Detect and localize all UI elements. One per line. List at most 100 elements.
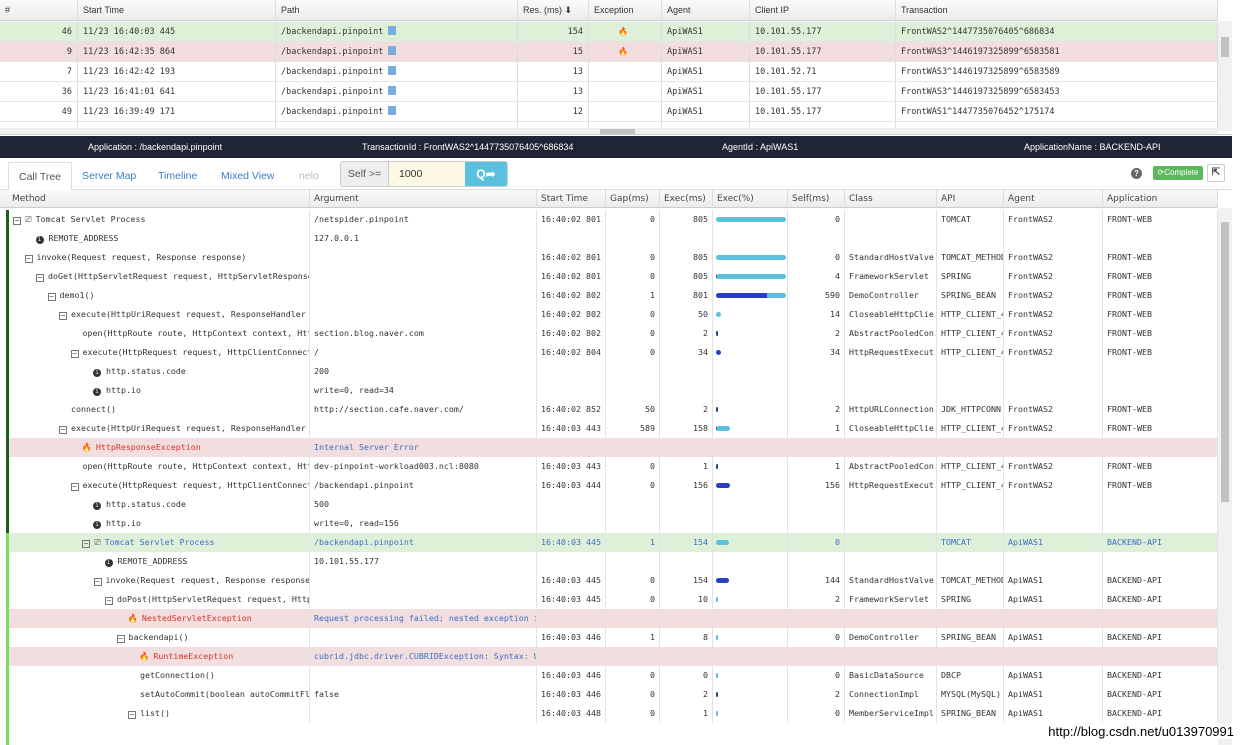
column-header[interactable]: Start Time — [78, 0, 276, 20]
column-header[interactable]: Path — [276, 0, 518, 20]
column-header[interactable]: Gap(ms) — [606, 190, 660, 208]
horizontal-scrollbar-thumb[interactable] — [600, 129, 635, 134]
collapse-toggle-icon[interactable]: − — [82, 540, 90, 548]
column-header[interactable]: Method — [8, 190, 310, 208]
path-detail-icon[interactable] — [388, 106, 397, 115]
column-header[interactable]: API — [937, 190, 1004, 208]
call-tree-row[interactable]: − execute(HttpRequest request, HttpClient… — [8, 343, 1218, 362]
scrollbar-thumb[interactable] — [1221, 37, 1229, 57]
search-next-button[interactable]: Q➦ — [465, 162, 507, 186]
collapse-toggle-icon[interactable]: − — [70, 483, 79, 491]
open-in-new-window-icon[interactable]: ⇱ — [1207, 164, 1225, 182]
vertical-scrollbar[interactable] — [1218, 21, 1232, 131]
collapse-toggle-icon[interactable]: − — [36, 274, 44, 282]
column-header[interactable]: Agent — [662, 0, 750, 20]
table-row[interactable]: 49 11/23 16:39:49 171/backendapi.pinpoint… — [0, 102, 1218, 122]
call-tree-row[interactable]: − ⎚ Tomcat Servlet Process/netspider.pinpo… — [8, 210, 1218, 229]
column-header[interactable]: Self(ms) — [788, 190, 845, 208]
collapse-toggle-icon[interactable]: − — [13, 217, 21, 225]
tab-server-map[interactable]: Server Map — [72, 162, 146, 191]
call-tree-row[interactable]: i REMOTE_ADDRESS 127.0.0.1 — [8, 229, 1218, 248]
call-tree-row[interactable]: i http.status.code 200 — [8, 362, 1218, 381]
collapse-toggle-icon[interactable]: − — [128, 711, 136, 719]
column-header[interactable]: Start Time — [537, 190, 606, 208]
call-tree-row[interactable]: − invoke(Request request, Response respon… — [8, 248, 1218, 267]
column-header[interactable]: Argument — [310, 190, 537, 208]
tab-mixed-view[interactable]: Mixed View — [211, 162, 285, 191]
call-tree-row[interactable]: − ⎚ Tomcat Servlet Process/backendapi.pinp… — [8, 533, 1218, 552]
call-tree-row[interactable]: − execute(HttpUriRequest request, Respons… — [8, 305, 1218, 324]
call-tree-row[interactable]: 🔥 RuntimeException cubrid.jdbc.driver.CUBR… — [8, 647, 1218, 666]
call-tree-row[interactable]: i http.io write=0, read=156 — [8, 514, 1218, 533]
method-name: http.io — [106, 385, 141, 395]
column-header[interactable]: Application — [1103, 190, 1218, 208]
collapse-toggle-icon[interactable]: − — [93, 578, 102, 586]
path-detail-icon[interactable] — [388, 86, 397, 95]
table-row[interactable]: 9 11/23 16:42:35 864/backendapi.pinpoint 1… — [0, 42, 1218, 62]
column-header[interactable]: Exec(%) — [713, 190, 788, 208]
tab-call-tree[interactable]: Call Tree — [8, 162, 73, 191]
call-tree-row[interactable]: open(HttpRoute route, HttpContext contex… — [8, 457, 1218, 476]
call-tree-row[interactable]: setAutoCommit(boolean autoCommitFlag) fal… — [8, 685, 1218, 704]
column-header[interactable]: Exception — [589, 0, 662, 20]
column-header[interactable]: Agent — [1004, 190, 1103, 208]
tab-timeline[interactable]: Timeline — [148, 162, 207, 191]
call-tree-row[interactable]: i REMOTE_ADDRESS 10.101.55.177 — [8, 552, 1218, 571]
collapse-toggle-icon[interactable]: − — [116, 635, 125, 643]
cls-cell — [845, 381, 937, 400]
call-tree-row[interactable]: 🔥 NestedServletException Request processin… — [8, 609, 1218, 628]
path-link[interactable]: /backendapi.pinpoint — [281, 47, 383, 57]
path-detail-icon[interactable] — [388, 46, 397, 55]
call-tree-row[interactable]: i http.io write=0, read=34 — [8, 381, 1218, 400]
call-tree-scrollbar[interactable] — [1218, 208, 1232, 745]
collapse-toggle-icon[interactable]: − — [24, 255, 33, 263]
table-row[interactable]: 36 11/23 16:41:01 641/backendapi.pinpoint… — [0, 82, 1218, 102]
column-header[interactable]: Transaction — [896, 0, 1218, 20]
column-header[interactable]: Class — [845, 190, 937, 208]
exec-percent-cell — [713, 609, 788, 628]
call-tree-row[interactable]: connect() http://section.cafe.naver.com/1… — [8, 400, 1218, 419]
call-tree-row[interactable]: − execute(HttpRequest request, HttpClient… — [8, 476, 1218, 495]
call-tree-row[interactable]: − demo1() 16:40:02 802 1 801 590 DemoControlle… — [8, 286, 1218, 305]
path-link[interactable]: /backendapi.pinpoint — [281, 67, 383, 77]
column-header[interactable]: Client IP — [750, 0, 896, 20]
call-tree-row[interactable]: − doPost(HttpServletRequest request, Http… — [8, 590, 1218, 609]
call-tree-row[interactable]: − backendapi() 16:40:03 446 1 8 0 DemoControll… — [8, 628, 1218, 647]
table-row[interactable]: 7 11/23 16:42:42 193/backendapi.pinpoint 1… — [0, 62, 1218, 82]
column-header[interactable]: Exec(ms) — [660, 190, 713, 208]
path-link[interactable]: /backendapi.pinpoint — [281, 107, 383, 117]
agent-cell — [1004, 647, 1103, 666]
table-cell: ApiWAS1 — [662, 82, 750, 101]
api-cell: SPRING_BEAN — [937, 704, 1004, 723]
table-cell: 11/23 16:41:01 641 — [78, 82, 276, 101]
scrollbar-thumb[interactable] — [1221, 222, 1229, 502]
collapse-toggle-icon[interactable]: − — [59, 426, 67, 434]
path-link[interactable]: /backendapi.pinpoint — [281, 27, 383, 37]
complete-button[interactable]: ⟳Complete — [1153, 166, 1203, 180]
call-tree-row[interactable]: − doGet(HttpServletRequest request, HttpS… — [8, 267, 1218, 286]
collapse-toggle-icon[interactable]: − — [47, 293, 56, 301]
call-tree-row[interactable]: getConnection() 16:40:03 446 0 0 0 BasicDataS… — [8, 666, 1218, 685]
table-cell: 13 — [518, 82, 589, 101]
table-cell: FrontWAS2^1447735076405^686834 — [896, 22, 1218, 41]
help-icon[interactable]: ? — [1131, 168, 1142, 179]
self-filter-input[interactable]: 1000 — [389, 162, 465, 186]
column-header[interactable]: # — [0, 0, 78, 20]
call-tree-row[interactable]: i http.status.code 500 — [8, 495, 1218, 514]
collapse-toggle-icon[interactable]: − — [59, 312, 67, 320]
call-tree-row[interactable]: − list() 16:40:03 448 0 1 0 MemberServiceImpl S… — [8, 704, 1218, 723]
call-tree-row[interactable]: − execute(HttpUriRequest request, Respons… — [8, 419, 1218, 438]
collapse-toggle-icon[interactable]: − — [105, 597, 113, 605]
transaction-id-label: TransactionId : FrontWAS2^1447735076405^… — [362, 142, 574, 152]
collapse-toggle-icon[interactable]: − — [70, 350, 79, 358]
method-cell: − ⎚ Tomcat Servlet Process — [8, 210, 310, 229]
table-row[interactable]: 46 11/23 16:40:03 445/backendapi.pinpoint… — [0, 22, 1218, 42]
call-tree-row[interactable]: open(HttpRoute route, HttpContext contex… — [8, 324, 1218, 343]
tab-nelo[interactable]: nelo — [289, 162, 329, 191]
path-link[interactable]: /backendapi.pinpoint — [281, 87, 383, 97]
path-detail-icon[interactable] — [388, 26, 397, 35]
call-tree-row[interactable]: 🔥 HttpResponseException Internal Server Er… — [8, 438, 1218, 457]
path-detail-icon[interactable] — [388, 66, 397, 75]
call-tree-row[interactable]: − invoke(Request request, Response respon… — [8, 571, 1218, 590]
column-header[interactable]: Res. (ms) ⬇ — [518, 0, 589, 20]
